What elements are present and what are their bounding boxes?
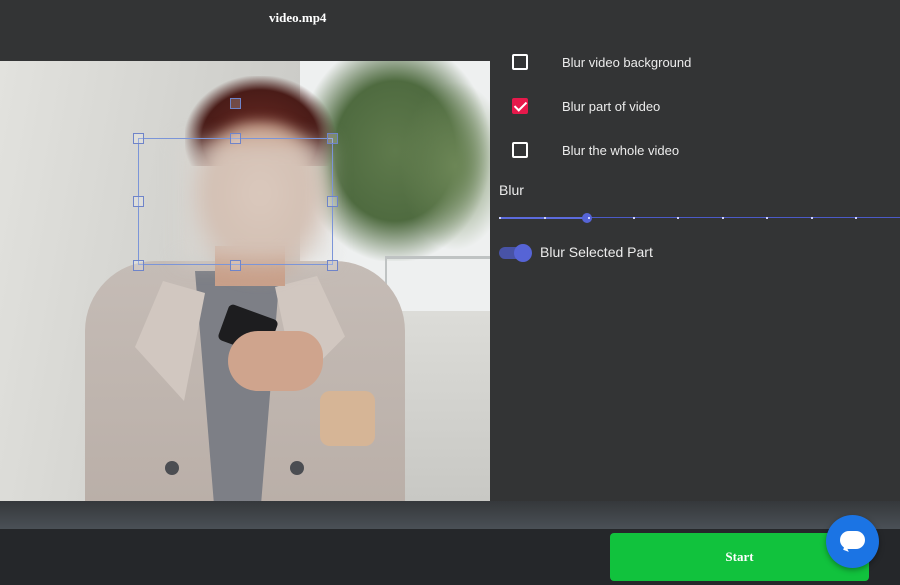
resize-handle-bottom-right[interactable] [327, 260, 338, 271]
checkbox-blur-background[interactable] [512, 54, 528, 70]
slider-tick [811, 217, 813, 219]
slider-tick [677, 217, 679, 219]
resize-handle-bottom-left[interactable] [133, 260, 144, 271]
slider-tick [633, 217, 635, 219]
resize-handle-top-left[interactable] [133, 133, 144, 144]
slider-thumb[interactable] [582, 213, 592, 223]
option-label: Blur the whole video [562, 143, 680, 158]
top-bar: video.mp4 [0, 0, 900, 36]
toggle-knob[interactable] [514, 244, 532, 262]
slider-tick [544, 217, 546, 219]
slider-tick [499, 217, 501, 219]
slider-fill [499, 217, 587, 219]
chat-bubble-icon [840, 531, 865, 549]
option-blur-whole[interactable]: Blur the whole video [512, 141, 812, 161]
file-name: video.mp4 [269, 10, 327, 25]
blur-selection-box[interactable] [138, 138, 333, 265]
resize-handle-top-right[interactable] [327, 133, 338, 144]
resize-handle-middle-left[interactable] [133, 196, 144, 207]
checkbox-blur-whole[interactable] [512, 142, 528, 158]
slider-tick [855, 217, 857, 219]
toggle-label: Blur Selected Part [540, 244, 653, 260]
checkbox-blur-part[interactable] [512, 98, 528, 114]
option-label: Blur part of video [562, 99, 661, 114]
slider-tick [766, 217, 768, 219]
option-label: Blur video background [562, 55, 692, 70]
option-blur-part[interactable]: Blur part of video [512, 97, 812, 117]
blur-selected-toggle[interactable] [499, 244, 533, 262]
resize-handle-middle-right[interactable] [327, 196, 338, 207]
resize-handle-top[interactable] [230, 98, 241, 109]
blur-slider[interactable] [499, 212, 900, 224]
video-preview[interactable] [0, 61, 490, 501]
resize-handle-top-center[interactable] [230, 133, 241, 144]
chat-button[interactable] [826, 515, 879, 568]
option-blur-background[interactable]: Blur video background [512, 53, 812, 73]
slider-tick [722, 217, 724, 219]
slider-tick [588, 217, 590, 219]
blur-label: Blur [499, 182, 524, 198]
resize-handle-bottom-center[interactable] [230, 260, 241, 271]
